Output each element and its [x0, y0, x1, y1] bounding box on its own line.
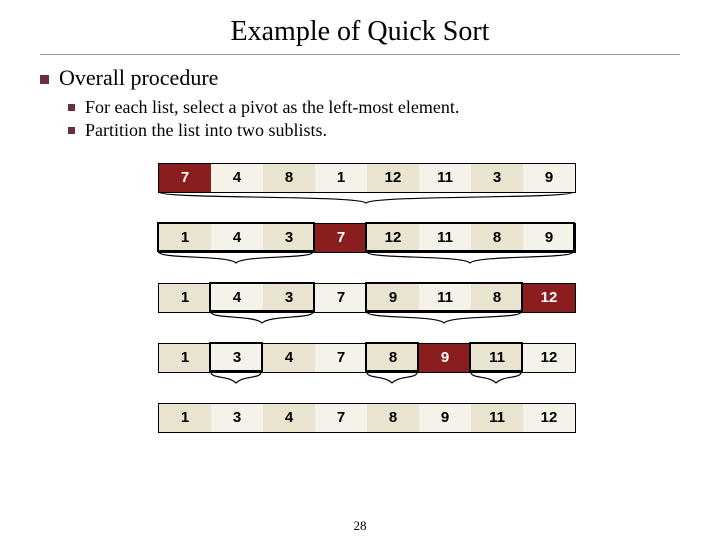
array-cell: 3: [471, 164, 523, 192]
slide-title: Example of Quick Sort: [40, 16, 680, 48]
array-cell: 8: [367, 344, 419, 372]
bullet-overall: Overall procedure: [40, 65, 680, 91]
array-cell: 3: [211, 404, 263, 432]
curly-brace-icon: [366, 251, 574, 265]
array-row-block: 1347891112: [158, 403, 680, 433]
array-cell: 12: [523, 404, 575, 432]
array-cell: 12: [367, 224, 419, 252]
array-row-block: 7481121139: [158, 163, 680, 193]
array-cell: 8: [471, 224, 523, 252]
array-cell: 7: [315, 284, 367, 312]
array-cell: 3: [263, 224, 315, 252]
array-cell: 1: [159, 224, 211, 252]
array-cell: 7: [315, 404, 367, 432]
curly-brace-icon: [366, 311, 522, 325]
array-row-block: 1437911812: [158, 283, 680, 313]
array-cell: 1: [159, 344, 211, 372]
square-bullet-icon: [68, 104, 75, 111]
array-cell: 8: [367, 404, 419, 432]
array-cell: 11: [419, 284, 471, 312]
curly-brace-icon: [210, 311, 314, 325]
array-row-block: 1437121189: [158, 223, 680, 253]
pivot-cell: 12: [523, 284, 575, 312]
title-rule: [40, 54, 680, 55]
array-cell: 9: [523, 164, 575, 192]
bullet-partition: Partition the list into two sublists.: [68, 120, 680, 141]
bullet-pivot-text: For each list, select a pivot as the lef…: [85, 97, 459, 117]
array-cell: 1: [159, 404, 211, 432]
square-bullet-icon: [40, 75, 49, 84]
array-cell: 1: [159, 284, 211, 312]
array-cell: 12: [367, 164, 419, 192]
array-cell: 4: [211, 284, 263, 312]
square-bullet-icon: [68, 127, 75, 134]
array-cell: 9: [523, 224, 575, 252]
array-row-block: 1347891112: [158, 343, 680, 373]
bullet-pivot: For each list, select a pivot as the lef…: [68, 97, 680, 118]
array-row: 1437121189: [158, 223, 576, 253]
array-cell: 11: [471, 404, 523, 432]
pivot-cell: 7: [315, 224, 367, 252]
array-cell: 3: [263, 284, 315, 312]
array-cell: 4: [263, 404, 315, 432]
array-cell: 4: [263, 344, 315, 372]
bullet-overall-text: Overall procedure: [59, 65, 218, 90]
curly-brace-icon: [158, 251, 314, 265]
curly-brace-icon: [366, 371, 418, 385]
array-row: 1437911812: [158, 283, 576, 313]
page-number: 28: [0, 518, 720, 534]
curly-brace-icon: [470, 371, 522, 385]
array-cell: 3: [211, 344, 263, 372]
array-cell: 1: [315, 164, 367, 192]
array-row: 1347891112: [158, 403, 576, 433]
array-cell: 4: [211, 164, 263, 192]
pivot-cell: 7: [159, 164, 211, 192]
array-cell: 9: [367, 284, 419, 312]
array-row: 7481121139: [158, 163, 576, 193]
array-cell: 9: [419, 404, 471, 432]
array-cell: 12: [523, 344, 575, 372]
array-cell: 11: [419, 164, 471, 192]
array-cell: 11: [471, 344, 523, 372]
array-cell: 11: [419, 224, 471, 252]
pivot-cell: 9: [419, 344, 471, 372]
array-row: 1347891112: [158, 343, 576, 373]
array-cell: 8: [263, 164, 315, 192]
bullet-partition-text: Partition the list into two sublists.: [85, 120, 327, 140]
array-cell: 4: [211, 224, 263, 252]
curly-brace-icon: [158, 191, 574, 205]
array-cell: 7: [315, 344, 367, 372]
array-cell: 8: [471, 284, 523, 312]
curly-brace-icon: [210, 371, 262, 385]
array-rows-container: 7481121139143712118914379118121347891112…: [158, 163, 680, 433]
